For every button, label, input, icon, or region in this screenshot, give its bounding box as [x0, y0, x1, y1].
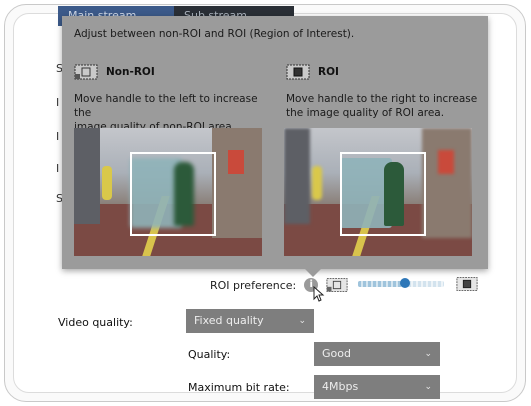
roi-description: Move handle to the right to increase the…: [286, 92, 486, 120]
roi-line-1: Move handle to the right to increase: [286, 93, 478, 105]
roi-heading-text: ROI: [318, 66, 339, 78]
chevron-down-icon: ⌄: [424, 349, 432, 359]
roi-frame: [340, 152, 426, 236]
slider-handle[interactable]: [400, 278, 411, 288]
video-quality-value: Fixed quality: [194, 314, 264, 327]
popover-title: Adjust between non-ROI and ROI (Region o…: [74, 28, 355, 40]
non-roi-icon: [74, 64, 98, 80]
non-roi-slider-icon[interactable]: [326, 277, 348, 293]
chevron-down-icon: ⌄: [424, 382, 432, 392]
building: [422, 128, 472, 238]
mouse-cursor-icon: [313, 286, 325, 302]
building: [74, 128, 100, 224]
video-quality-label: Video quality:: [58, 316, 133, 329]
obscured-label: I: [56, 130, 60, 143]
roi-line-2: the image quality of ROI area.: [286, 107, 445, 119]
shop-sign: [438, 150, 454, 174]
obscured-label: I: [56, 162, 60, 175]
max-bitrate-value: 4Mbps: [322, 380, 359, 393]
non-roi-line-1: Move handle to the left to increase the: [74, 93, 258, 119]
slider-fill: [358, 281, 406, 287]
quality-label: Quality:: [188, 348, 231, 361]
building: [212, 128, 262, 238]
roi-help-popover: Adjust between non-ROI and ROI (Region o…: [62, 16, 488, 269]
roi-slider-icon[interactable]: [456, 276, 478, 292]
chevron-down-icon: ⌄: [298, 316, 306, 326]
roi-frame: [130, 152, 216, 236]
max-bitrate-label: Maximum bit rate:: [188, 381, 290, 394]
roi-preference-label: ROI preference:: [210, 278, 297, 292]
non-roi-heading: Non-ROI: [74, 64, 155, 80]
pedestrian: [102, 166, 112, 200]
roi-heading: ROI: [286, 64, 339, 80]
obscured-label: I: [56, 96, 60, 109]
roi-preference-row: ROI preference: i: [210, 277, 348, 293]
quality-value: Good: [322, 347, 351, 360]
video-quality-select[interactable]: Fixed quality ⌄: [186, 309, 314, 333]
popover-pointer: [304, 268, 322, 277]
roi-preference-slider[interactable]: [358, 278, 444, 288]
shop-sign: [228, 150, 244, 174]
roi-icon: [286, 64, 310, 80]
non-roi-example-image: [74, 128, 262, 256]
max-bitrate-select[interactable]: 4Mbps ⌄: [314, 375, 440, 399]
pedestrian: [312, 166, 322, 200]
building: [284, 128, 310, 224]
non-roi-heading-text: Non-ROI: [106, 66, 155, 78]
quality-select[interactable]: Good ⌄: [314, 342, 440, 366]
roi-example-image: [284, 128, 472, 256]
